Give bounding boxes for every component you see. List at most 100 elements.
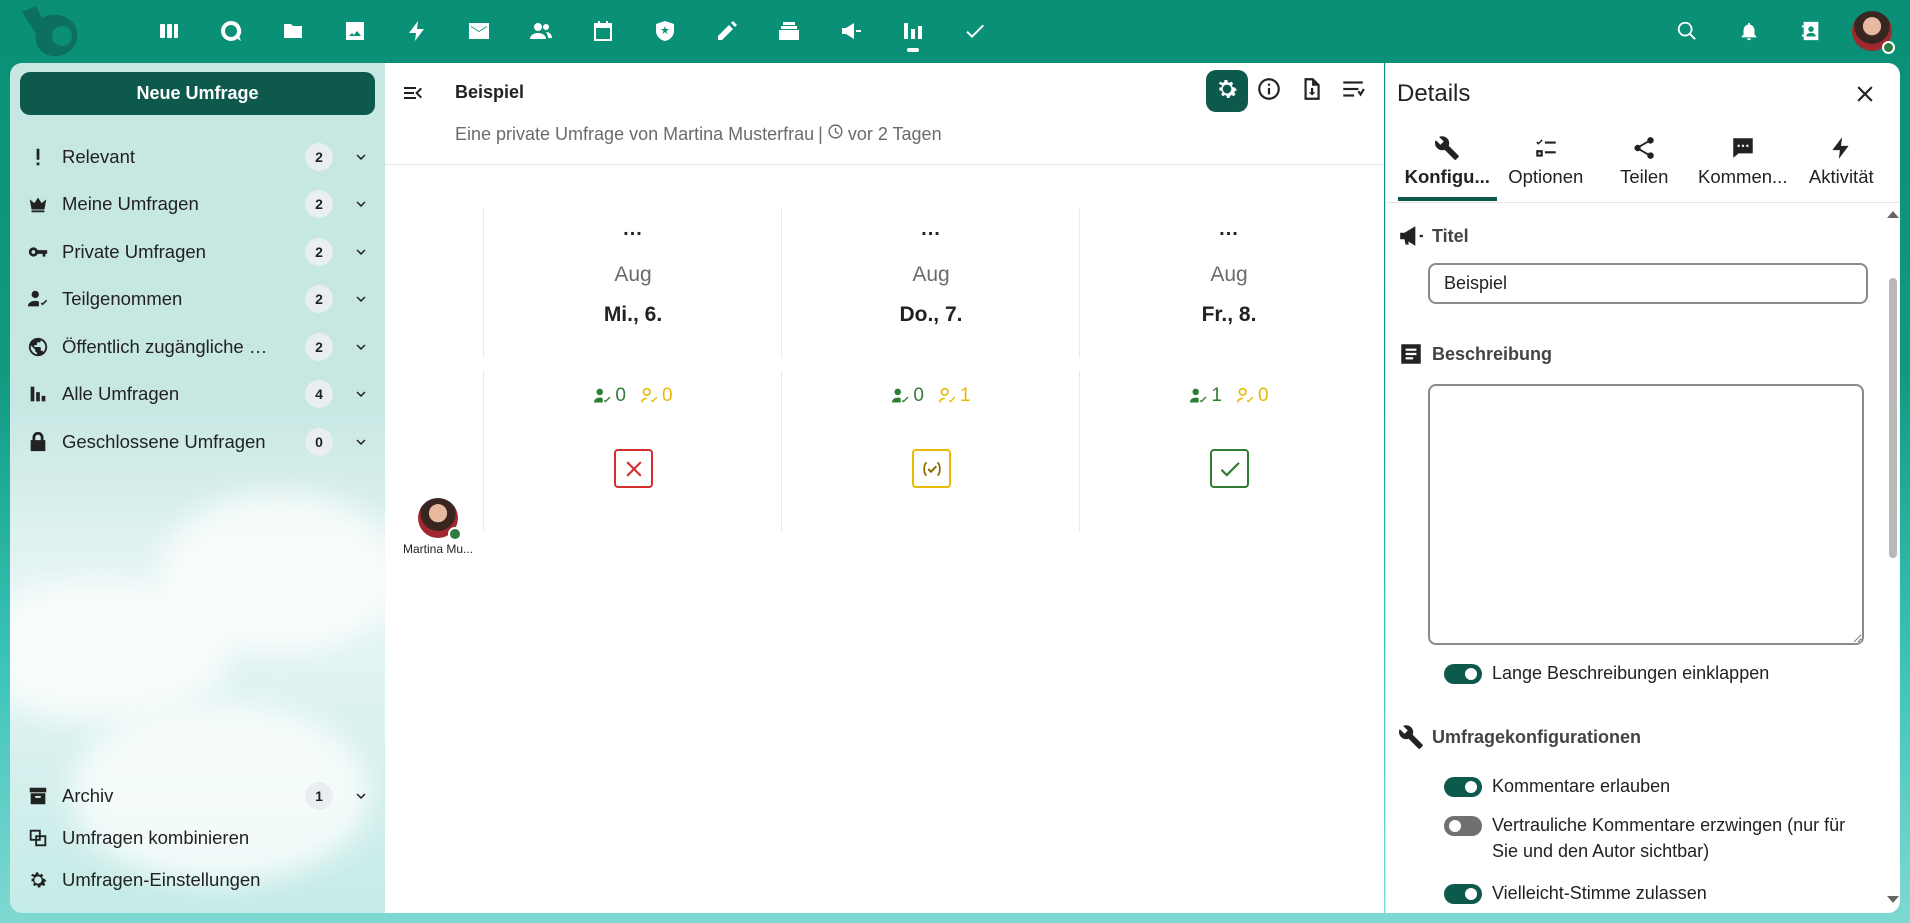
notes-pencil-icon[interactable] xyxy=(696,0,758,62)
deck-shield-icon[interactable] xyxy=(634,0,696,62)
option-menu-button[interactable]: ... xyxy=(484,218,782,241)
allow-comments-toggle[interactable] xyxy=(1444,777,1482,797)
file-download-icon xyxy=(1298,76,1324,107)
title-input[interactable] xyxy=(1428,263,1868,304)
collapse-description-toggle-row: Lange Beschreibungen einklappen xyxy=(1444,660,1874,686)
chevron-down-icon[interactable] xyxy=(352,290,370,308)
chevron-down-icon[interactable] xyxy=(352,787,370,805)
description-textarea[interactable] xyxy=(1428,384,1864,645)
participant-name: Martina Mu... xyxy=(402,542,474,556)
vote-maybe-cell[interactable] xyxy=(912,449,951,488)
vote-no-cell[interactable] xyxy=(614,449,653,488)
poll-settings-link[interactable]: Umfragen-Einstellungen xyxy=(20,859,375,901)
search-icon[interactable] xyxy=(1656,0,1718,62)
header-right xyxy=(1656,0,1910,62)
option-day: Do., 7. xyxy=(899,303,963,326)
option-day: Mi., 6. xyxy=(603,303,663,326)
navigation-sidebar: Neue Umfrage Relevant 2 Meine Umfragen 2… xyxy=(10,63,385,913)
scroll-up-arrow[interactable] xyxy=(1887,211,1899,218)
tab-activity[interactable]: Aktivität xyxy=(1792,131,1891,197)
sidebar-item-closed-polls[interactable]: Geschlossene Umfragen 0 xyxy=(20,418,375,466)
allow-maybe-toggle[interactable] xyxy=(1444,884,1482,904)
poll-main-content: Beispiel Eine private Umfrage von Martin… xyxy=(385,63,1384,913)
maybe-count: 1 xyxy=(938,385,971,407)
toggle-label: Kommentare erlauben xyxy=(1492,776,1671,796)
user-avatar[interactable] xyxy=(1852,11,1895,54)
count-badge: 2 xyxy=(305,285,333,314)
scroll-down-arrow[interactable] xyxy=(1887,896,1899,903)
chevron-down-icon[interactable] xyxy=(352,195,370,213)
account-check-icon xyxy=(594,388,611,403)
files-icon[interactable] xyxy=(262,0,324,62)
sidebar-item-my-polls[interactable]: Meine Umfragen 2 xyxy=(20,181,375,229)
option-header: ... Aug Fr., 8. xyxy=(1079,208,1377,358)
collapse-description-toggle[interactable] xyxy=(1444,664,1482,684)
activity-icon[interactable] xyxy=(386,0,448,62)
count-badge: 2 xyxy=(305,237,333,266)
sidebar-item-participated[interactable]: Teilgenommen 2 xyxy=(20,276,375,324)
key-icon xyxy=(20,241,56,263)
chevron-down-icon[interactable] xyxy=(352,385,370,403)
share-icon xyxy=(1634,137,1654,159)
calendar-icon[interactable] xyxy=(572,0,634,62)
contacts-icon[interactable] xyxy=(510,0,572,62)
talk-icon[interactable] xyxy=(200,0,262,62)
new-poll-button[interactable]: Neue Umfrage xyxy=(20,72,375,115)
exclamation-icon xyxy=(20,146,56,168)
gear-icon xyxy=(20,869,56,891)
sidebar-item-public-polls[interactable]: Öffentlich zugängliche … 2 xyxy=(20,323,375,371)
sidebar-item-private-polls[interactable]: Private Umfragen 2 xyxy=(20,228,375,276)
chevron-down-icon[interactable] xyxy=(352,243,370,261)
tab-configuration[interactable]: Konfigu... xyxy=(1398,131,1497,201)
tab-comments[interactable]: Kommen... xyxy=(1694,131,1793,197)
option-header: ... Aug Mi., 6. xyxy=(483,208,781,358)
participant-avatar[interactable] xyxy=(418,498,462,541)
nextcloud-logo[interactable] xyxy=(18,4,96,58)
divider xyxy=(1386,202,1900,203)
account-check-icon xyxy=(1190,388,1207,403)
tasks-icon[interactable] xyxy=(944,0,1006,62)
count-badge: 2 xyxy=(305,190,333,219)
chevron-down-icon[interactable] xyxy=(352,148,370,166)
archive-stack-icon[interactable] xyxy=(758,0,820,62)
option-day: Fr., 8. xyxy=(1201,303,1257,326)
vote-counts: 0 0 xyxy=(484,385,782,407)
contacts-menu-icon[interactable] xyxy=(1780,0,1842,62)
sidebar-item-label: Umfragen kombinieren xyxy=(62,827,250,848)
close-icon[interactable] xyxy=(1852,81,1878,107)
dashboard-icon[interactable] xyxy=(138,0,200,62)
sidebar-item-archive[interactable]: Archiv 1 xyxy=(20,775,375,817)
photos-icon[interactable] xyxy=(324,0,386,62)
sort-options-button[interactable] xyxy=(1332,70,1374,112)
info-button[interactable] xyxy=(1248,70,1290,112)
vote-yes-cell[interactable] xyxy=(1210,449,1249,488)
tab-options[interactable]: Optionen xyxy=(1497,131,1596,197)
combine-polls-link[interactable]: Umfragen kombinieren xyxy=(20,817,375,859)
sidebar-item-label: Relevant xyxy=(62,145,136,167)
details-scrollbar[interactable] xyxy=(1887,208,1899,906)
chevron-down-icon[interactable] xyxy=(352,433,370,451)
comment-icon xyxy=(1733,138,1753,158)
toggle-label: Vielleicht-Stimme zulassen xyxy=(1492,883,1707,903)
chevron-down-icon[interactable] xyxy=(352,338,370,356)
notifications-bell-icon[interactable] xyxy=(1718,0,1780,62)
export-button[interactable] xyxy=(1290,70,1332,112)
scroll-thumb[interactable] xyxy=(1889,278,1897,558)
announcements-icon[interactable] xyxy=(820,0,882,62)
confidential-comments-toggle[interactable] xyxy=(1444,816,1482,836)
option-menu-button[interactable]: ... xyxy=(782,218,1080,241)
sidebar-item-relevant[interactable]: Relevant 2 xyxy=(20,133,375,181)
menu-collapse-icon[interactable] xyxy=(401,81,425,105)
configuration-button[interactable] xyxy=(1206,70,1248,112)
polls-icon[interactable] xyxy=(882,0,944,62)
tab-share[interactable]: Teilen xyxy=(1595,131,1694,197)
sidebar-item-label: Private Umfragen xyxy=(62,240,206,262)
participant: Martina Mu... xyxy=(393,498,483,556)
sidebar-item-all-polls[interactable]: Alle Umfragen 4 xyxy=(20,371,375,419)
option-month: Aug xyxy=(912,263,950,286)
confidential-comments-toggle-row: Vertrauliche Kommentare erzwingen (nur f… xyxy=(1444,812,1874,864)
sidebar-footer: Archiv 1 Umfragen kombinieren Umfragen-E… xyxy=(20,775,375,901)
mail-icon[interactable] xyxy=(448,0,510,62)
separator: | xyxy=(818,123,823,144)
option-menu-button[interactable]: ... xyxy=(1080,218,1378,241)
